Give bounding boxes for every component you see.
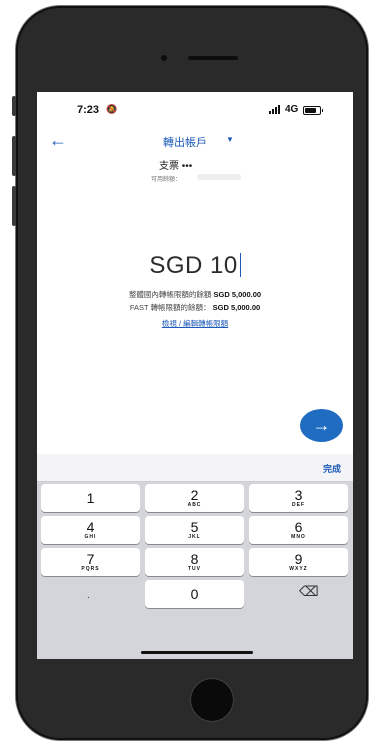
balance-value-masked bbox=[197, 174, 241, 180]
key-digit: 0 bbox=[190, 586, 199, 602]
key-2[interactable]: 2 ABC bbox=[145, 484, 244, 512]
mute-switch bbox=[12, 96, 16, 116]
key-digit: 2 bbox=[190, 487, 199, 503]
key-8[interactable]: 8 TUV bbox=[145, 548, 244, 576]
key-digit: 6 bbox=[294, 519, 303, 535]
earpiece-speaker bbox=[188, 56, 238, 60]
key-letters: ABC bbox=[187, 502, 202, 508]
key-letters: JKL bbox=[188, 534, 201, 540]
volume-down-button bbox=[12, 186, 16, 226]
key-letters: PQRS bbox=[81, 566, 100, 572]
next-button[interactable]: → bbox=[300, 409, 343, 442]
fast-limit-value: SGD 5,000.00 bbox=[212, 303, 261, 312]
status-time: 7:23 bbox=[77, 104, 100, 116]
key-0[interactable]: 0 bbox=[145, 580, 244, 608]
key-letters: WXYZ bbox=[289, 566, 308, 572]
key-7[interactable]: 7 PQRS bbox=[41, 548, 140, 576]
key-letters: TUV bbox=[188, 566, 201, 572]
amount-value: SGD 10 bbox=[149, 252, 238, 279]
key-3[interactable]: 3 DEF bbox=[249, 484, 348, 512]
decimal-key[interactable]: . bbox=[87, 590, 90, 601]
key-6[interactable]: 6 MNO bbox=[249, 516, 348, 544]
amount-input[interactable]: SGD 10 bbox=[37, 252, 353, 280]
key-4[interactable]: 4 GHI bbox=[41, 516, 140, 544]
edit-limit-link[interactable]: 檢視 / 編輯轉帳限額 bbox=[37, 318, 353, 329]
key-letters: MNO bbox=[291, 534, 306, 540]
domestic-limit-value: SGD 5,000.00 bbox=[213, 290, 262, 299]
key-digit: 5 bbox=[190, 519, 199, 535]
key-letters: GHI bbox=[84, 534, 97, 540]
key-digit: 8 bbox=[190, 551, 199, 567]
home-indicator bbox=[141, 651, 253, 654]
key-letters: DEF bbox=[292, 502, 305, 508]
key-digit: 7 bbox=[86, 551, 95, 567]
done-button[interactable]: 完成 bbox=[323, 462, 341, 475]
key-5[interactable]: 5 JKL bbox=[145, 516, 244, 544]
available-balance-label: 可用餘額： bbox=[151, 177, 182, 183]
home-button[interactable] bbox=[190, 678, 234, 722]
arrow-right-icon: → bbox=[312, 415, 331, 435]
status-bar: 7:23 🔕 4G bbox=[37, 92, 353, 124]
backspace-icon[interactable]: ⌫ bbox=[299, 583, 319, 600]
key-1[interactable]: 1 bbox=[41, 484, 140, 512]
volume-up-button bbox=[12, 136, 16, 176]
signal-icon bbox=[269, 105, 280, 114]
battery-icon bbox=[303, 106, 323, 115]
account-name: 支票 ••• bbox=[159, 161, 193, 172]
key-digit: 3 bbox=[294, 487, 303, 503]
fast-limit-label: FAST 轉帳限額的餘額： bbox=[129, 303, 211, 312]
network-type: 4G bbox=[285, 104, 299, 115]
domestic-limit: 整體國內轉帳限額的餘額 SGD 5,000.00 bbox=[37, 289, 353, 300]
key-digit: 1 bbox=[86, 490, 95, 506]
domestic-limit-label: 整體國內轉帳限額的餘額 bbox=[128, 290, 212, 299]
numeric-keypad: 完成 1 2 ABC 3 DEF 4 GHI 5 JKL 6 MNO 7 PQR… bbox=[37, 454, 353, 659]
triangle-down-icon[interactable]: ▼ bbox=[226, 135, 234, 144]
bell-muted-icon: 🔕 bbox=[106, 104, 118, 114]
keyboard-toolbar: 完成 bbox=[37, 454, 353, 482]
fast-limit: FAST 轉帳限額的餘額： SGD 5,000.00 bbox=[37, 302, 353, 313]
key-digit: 4 bbox=[86, 519, 95, 535]
account-selector[interactable]: 轉出帳戶 bbox=[163, 134, 207, 150]
screen: 7:23 🔕 4G ← 轉出帳戶 ▼ 支票 ••• 可用餘額： SGD 10 整… bbox=[37, 92, 353, 659]
key-digit: 9 bbox=[294, 551, 303, 567]
front-camera bbox=[161, 55, 167, 61]
key-9[interactable]: 9 WXYZ bbox=[249, 548, 348, 576]
arrow-left-icon[interactable]: ← bbox=[49, 130, 67, 151]
text-cursor bbox=[239, 253, 241, 277]
